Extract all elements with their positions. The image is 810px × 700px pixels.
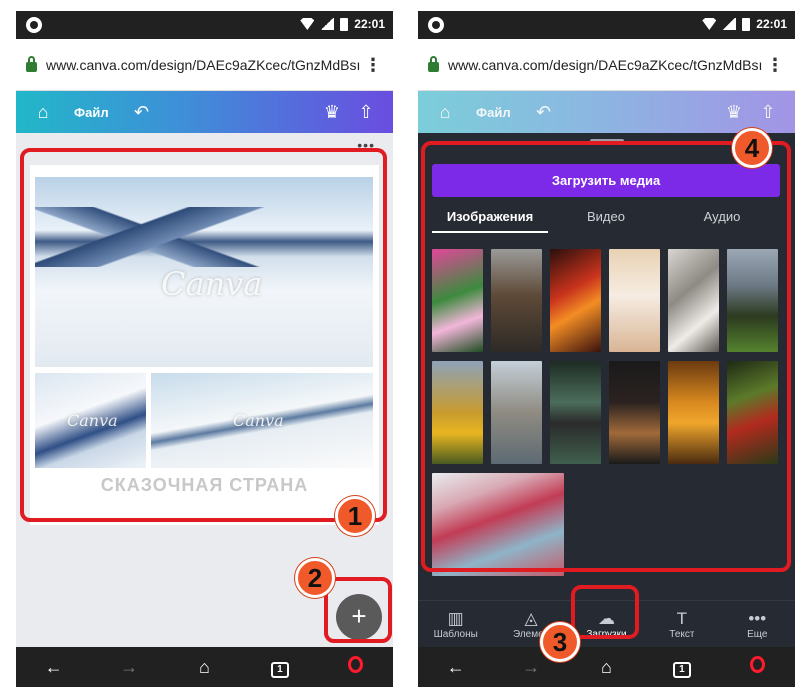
annotation-box-add bbox=[324, 577, 392, 643]
status-bar: 22:01 bbox=[16, 11, 393, 39]
browser-home-icon[interactable]: ⌂ bbox=[586, 657, 626, 678]
browser-nav-bar: ← → ⌂ 1 bbox=[418, 647, 795, 687]
browser-home-icon[interactable]: ⌂ bbox=[184, 657, 224, 678]
sync-icon bbox=[26, 17, 42, 33]
browser-nav-bar: ← → ⌂ 1 bbox=[16, 647, 393, 687]
status-time: 22:01 bbox=[756, 17, 787, 31]
opera-menu-icon[interactable] bbox=[737, 656, 777, 678]
text-icon: T bbox=[676, 609, 688, 628]
forward-icon[interactable]: → bbox=[511, 657, 551, 678]
tab-templates[interactable]: ▥ Шаблоны bbox=[421, 609, 491, 640]
wifi-icon bbox=[702, 18, 717, 30]
tabs-icon[interactable]: 1 bbox=[260, 656, 300, 678]
undo-icon[interactable]: ↶ bbox=[527, 102, 561, 123]
more-icon: ••• bbox=[748, 609, 767, 628]
layout-icon: ▥ bbox=[447, 609, 464, 628]
address-bar[interactable]: www.canva.com/design/DAEc9aZKcec/tGnzMdB… bbox=[16, 39, 393, 91]
battery-icon bbox=[340, 17, 349, 31]
crown-icon[interactable]: ♛ bbox=[315, 102, 349, 123]
tabs-icon[interactable]: 1 bbox=[662, 656, 702, 678]
browser-menu-icon[interactable]: ⋮ bbox=[765, 56, 785, 74]
url-text[interactable]: www.canva.com/design/DAEc9aZKcec/tGnzMdB… bbox=[448, 57, 765, 73]
wifi-icon bbox=[300, 18, 315, 30]
annotation-box-design bbox=[20, 148, 387, 522]
browser-menu-icon[interactable]: ⋮ bbox=[363, 56, 383, 74]
editor-toolbar: ⌂ Файл ↶ ♛ ⇧ bbox=[16, 91, 393, 133]
back-icon[interactable]: ← bbox=[436, 657, 476, 678]
battery-icon bbox=[742, 17, 751, 31]
file-menu-button[interactable]: Файл bbox=[74, 105, 109, 120]
signal-icon bbox=[722, 18, 737, 30]
lock-icon bbox=[26, 55, 37, 72]
url-text[interactable]: www.canva.com/design/DAEc9aZKcec/tGnzMdB… bbox=[46, 57, 363, 73]
home-icon[interactable]: ⌂ bbox=[428, 102, 462, 123]
opera-menu-icon[interactable] bbox=[335, 656, 375, 678]
step-badge-3: 3 bbox=[540, 622, 580, 662]
address-bar[interactable]: www.canva.com/design/DAEc9aZKcec/tGnzMdB… bbox=[418, 39, 795, 91]
status-time: 22:01 bbox=[354, 17, 385, 31]
back-icon[interactable]: ← bbox=[34, 657, 74, 678]
step-badge-1: 1 bbox=[335, 496, 375, 536]
step-badge-2: 2 bbox=[295, 558, 335, 598]
editor-toolbar: ⌂ Файл ↶ ♛ ⇧ bbox=[418, 91, 795, 133]
share-icon[interactable]: ⇧ bbox=[349, 102, 383, 123]
sync-icon bbox=[428, 17, 444, 33]
signal-icon bbox=[320, 18, 335, 30]
step-badge-4: 4 bbox=[732, 128, 772, 168]
annotation-box-uploads bbox=[571, 585, 639, 639]
forward-icon[interactable]: → bbox=[109, 657, 149, 678]
home-icon[interactable]: ⌂ bbox=[26, 102, 60, 123]
lock-icon bbox=[428, 55, 439, 72]
file-menu-button[interactable]: Файл bbox=[476, 105, 511, 120]
tab-more[interactable]: ••• Еще bbox=[722, 609, 792, 640]
tab-text[interactable]: T Текст bbox=[647, 609, 717, 640]
undo-icon[interactable]: ↶ bbox=[125, 102, 159, 123]
annotation-box-panel bbox=[421, 141, 791, 572]
crown-icon[interactable]: ♛ bbox=[717, 102, 751, 123]
share-icon[interactable]: ⇧ bbox=[751, 102, 785, 123]
status-bar: 22:01 bbox=[418, 11, 795, 39]
